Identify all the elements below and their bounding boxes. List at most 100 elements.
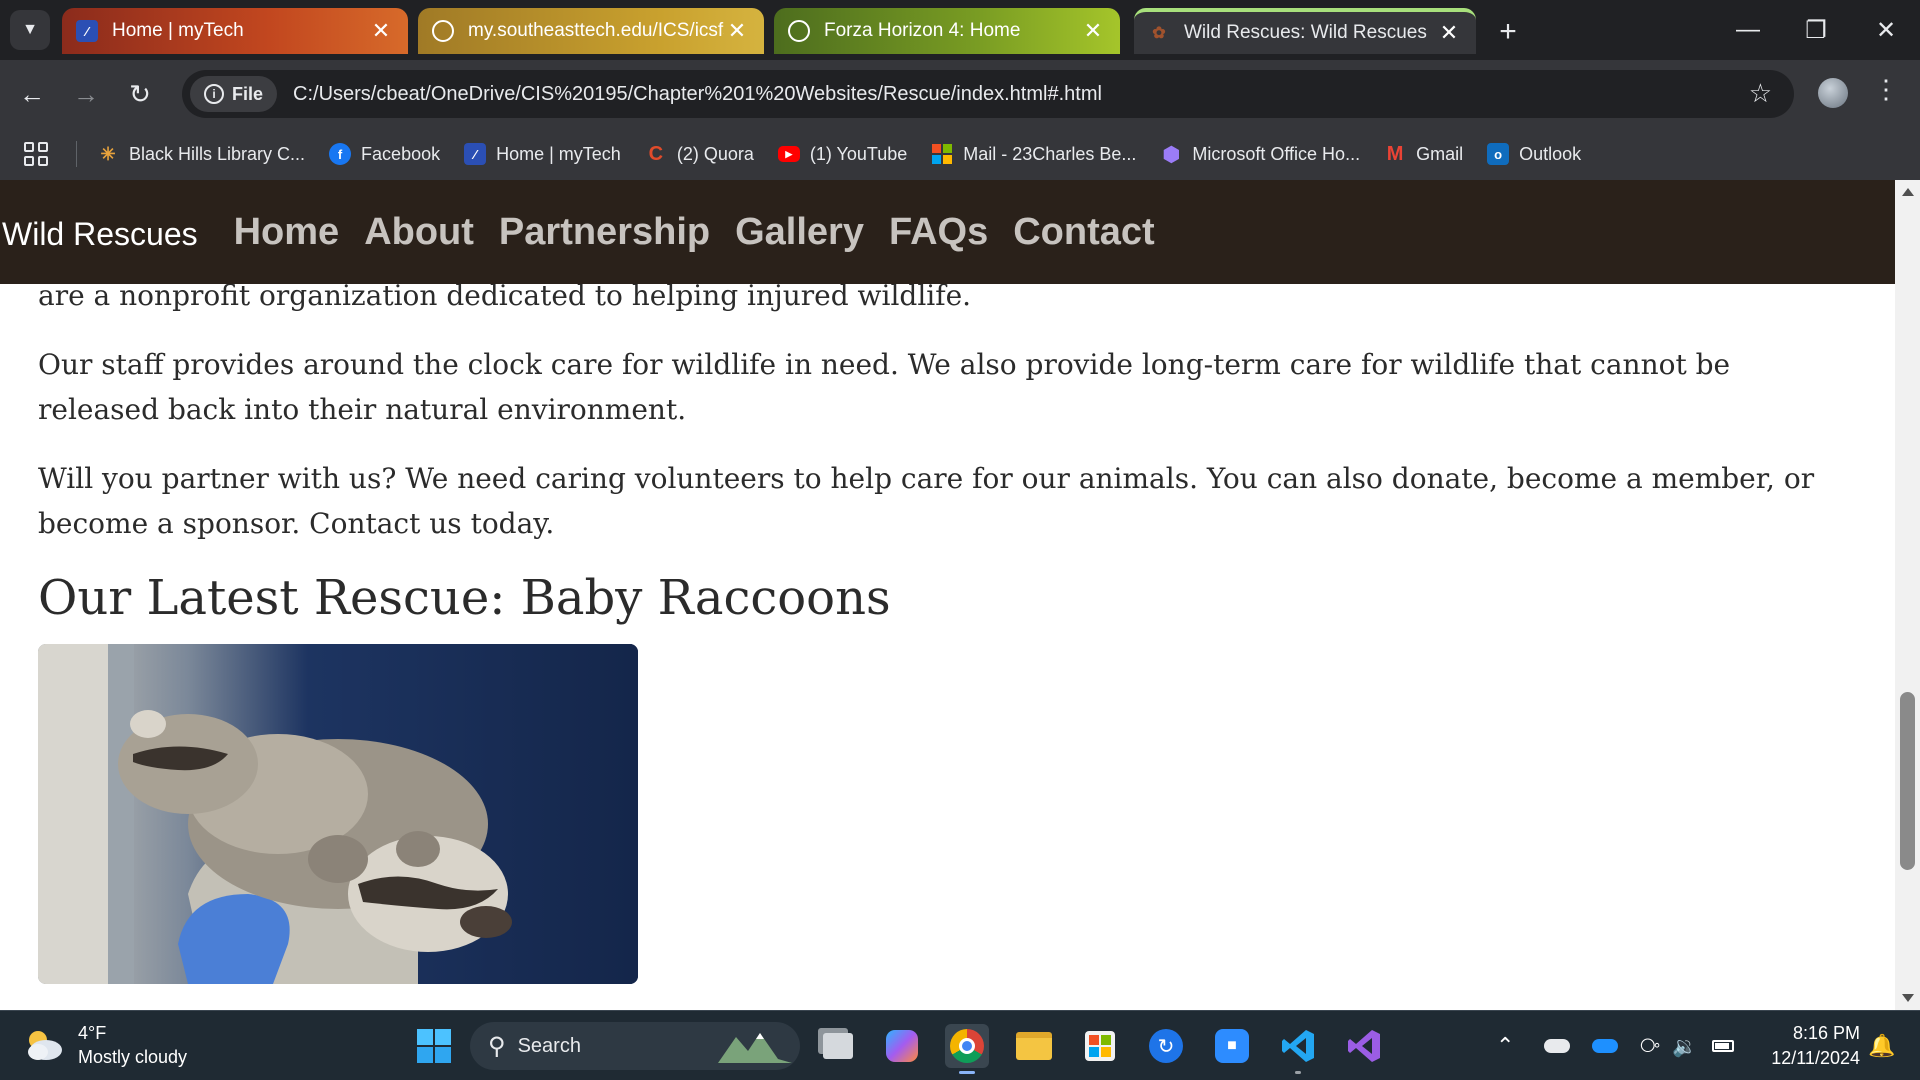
bookmark-quora[interactable]: C (2) Quora [645, 143, 754, 165]
forward-button[interactable]: → [66, 74, 106, 114]
scroll-down-icon[interactable] [1902, 994, 1914, 1002]
microsoft-store-button[interactable] [1078, 1024, 1122, 1068]
library-icon: ✳ [100, 143, 116, 164]
bookmark-mytech[interactable]: ∕ Home | myTech [464, 143, 621, 165]
page-scrollbar[interactable] [1895, 180, 1920, 1010]
bell-icon: 🔔 [1868, 1033, 1896, 1058]
main-content: Welcome to Wild Rescues. Our mission is … [38, 228, 1858, 984]
taskbar-clock[interactable]: 8:16 PM 12/11/2024 [1750, 1021, 1860, 1071]
copilot-button[interactable] [880, 1024, 924, 1068]
address-bar[interactable]: i File C:/Users/cbeat/OneDrive/CIS%20195… [182, 70, 1794, 118]
bookmark-label: (2) Quora [676, 143, 754, 164]
reload-icon: ↻ [129, 78, 151, 109]
outlook-icon: o [1487, 143, 1510, 165]
url-text[interactable]: C:/Users/cbeat/OneDrive/CIS%20195/Chapte… [293, 83, 1102, 106]
tab-forza[interactable]: Forza Horizon 4: Home ✕ [774, 8, 1120, 54]
vscode-button[interactable] [1276, 1024, 1320, 1074]
chrome-icon [950, 1029, 984, 1063]
bookmark-label: Gmail [1416, 143, 1464, 164]
zoom-button[interactable]: ■ [1210, 1024, 1254, 1068]
nav-link-home[interactable]: Home [234, 211, 340, 254]
onedrive-icon [1592, 1039, 1618, 1053]
task-view-button[interactable] [816, 1024, 860, 1068]
tab-southeasttech[interactable]: my.southeasttech.edu/ICS/icsfs/ ✕ [418, 8, 764, 54]
bookmark-facebook[interactable]: f Facebook [329, 143, 440, 165]
visual-studio-button[interactable] [1342, 1024, 1386, 1068]
youtube-icon: ▶ [777, 146, 800, 162]
restore-button[interactable]: ❐ [1782, 0, 1850, 60]
weather-widget[interactable]: 4°F Mostly cloudy [24, 1021, 187, 1069]
bookmark-office[interactable]: ⬢ Microsoft Office Ho... [1160, 143, 1360, 166]
nav-link-about[interactable]: About [364, 211, 474, 254]
paw-icon: ✿ [1152, 25, 1166, 42]
profile-avatar[interactable] [1818, 78, 1848, 108]
bookmark-star-icon[interactable]: ☆ [1749, 78, 1772, 109]
show-hidden-icons-button[interactable]: ⌃ [1496, 1011, 1514, 1080]
bookmark-label: Outlook [1519, 143, 1582, 164]
restore-icon: ❐ [1805, 16, 1827, 44]
tab-wild-rescues[interactable]: ✿ Wild Rescues: Wild Rescues ✕ [1134, 8, 1476, 54]
network-tray[interactable]: ⧂ [1640, 1011, 1660, 1080]
windows-logo-icon [417, 1029, 451, 1063]
nav-link-gallery[interactable]: Gallery [735, 211, 864, 254]
close-icon[interactable]: ✕ [724, 18, 750, 44]
close-icon[interactable]: ✕ [1080, 18, 1106, 44]
wifi-icon: ⧂ [1640, 1034, 1660, 1057]
bookmark-library[interactable]: ✳ Black Hills Library C... [97, 143, 305, 165]
notifications-button[interactable]: 🔔 [1868, 1011, 1895, 1080]
chrome-taskbar-button[interactable] [945, 1024, 989, 1074]
quora-icon: C [648, 142, 664, 165]
clock-time: 8:16 PM [1792, 1023, 1860, 1043]
tab-search-button[interactable]: ▼ [10, 10, 50, 50]
page-viewport: Wild Rescues Home About Partnership Gall… [0, 180, 1895, 1010]
nav-link-partnership[interactable]: Partnership [499, 211, 710, 254]
bookmark-label: Facebook [361, 143, 441, 164]
browser-toolbar: ← → ↻ i File C:/Users/cbeat/OneDrive/CIS… [0, 60, 1920, 128]
mytech-icon: ∕ [464, 143, 487, 165]
visual-studio-icon [1348, 1030, 1380, 1062]
site-brand[interactable]: Wild Rescues [2, 212, 198, 253]
mountains-icon [718, 1033, 792, 1063]
tab-home-mytech[interactable]: ∕ Home | myTech ✕ [62, 8, 408, 54]
onedrive-personal-tray[interactable] [1544, 1011, 1570, 1080]
sync-app-button[interactable]: ↻ [1144, 1024, 1188, 1068]
new-tab-button[interactable]: + [1488, 12, 1528, 52]
nav-link-contact[interactable]: Contact [1013, 211, 1154, 254]
minimize-button[interactable]: — [1714, 0, 1782, 60]
running-indicator [1295, 1071, 1301, 1074]
info-icon: i [204, 84, 224, 104]
taskbar-search[interactable]: ⚲ Search [470, 1022, 800, 1070]
bookmark-youtube[interactable]: ▶ (1) YouTube [777, 144, 907, 165]
globe-icon [788, 20, 810, 42]
bookmark-mail[interactable]: Mail - 23Charles Be... [931, 143, 1136, 165]
nav-link-faqs[interactable]: FAQs [889, 211, 988, 254]
close-icon[interactable]: ✕ [1436, 20, 1462, 46]
video-camera-icon: ■ [1215, 1029, 1249, 1063]
close-icon: ✕ [1875, 16, 1897, 44]
reload-button[interactable]: ↻ [120, 74, 160, 114]
latest-rescue-heading: Our Latest Rescue: Baby Raccoons [38, 570, 891, 626]
back-button[interactable]: ← [12, 74, 52, 114]
gmail-icon: M [1386, 142, 1404, 165]
task-view-icon [823, 1033, 853, 1059]
bookmark-outlook[interactable]: o Outlook [1487, 143, 1581, 165]
office-icon: ⬢ [1162, 143, 1181, 166]
scroll-up-icon[interactable] [1902, 188, 1914, 196]
speaker-icon: 🔉 [1672, 1035, 1697, 1058]
tab-strip: ▼ ∕ Home | myTech ✕ my.southeasttech.edu… [0, 0, 1920, 60]
bookmark-gmail[interactable]: M Gmail [1384, 143, 1463, 165]
apps-grid-icon[interactable] [24, 142, 48, 166]
site-info-chip[interactable]: i File [190, 76, 278, 112]
scrollbar-thumb[interactable] [1900, 692, 1915, 870]
file-explorer-button[interactable] [1012, 1024, 1056, 1068]
menu-kebab-icon[interactable]: ⋮ [1872, 74, 1900, 105]
arrow-right-icon: → [73, 78, 99, 109]
close-window-button[interactable]: ✕ [1852, 0, 1920, 60]
bookmark-label: Home | myTech [496, 143, 621, 164]
start-button[interactable] [412, 1024, 456, 1068]
onedrive-tray[interactable] [1592, 1011, 1618, 1080]
bookmarks-bar: ✳ Black Hills Library C... f Facebook ∕ … [0, 128, 1920, 180]
close-icon[interactable]: ✕ [368, 18, 394, 44]
volume-tray[interactable]: 🔉 [1672, 1011, 1697, 1080]
battery-tray[interactable] [1712, 1011, 1734, 1080]
